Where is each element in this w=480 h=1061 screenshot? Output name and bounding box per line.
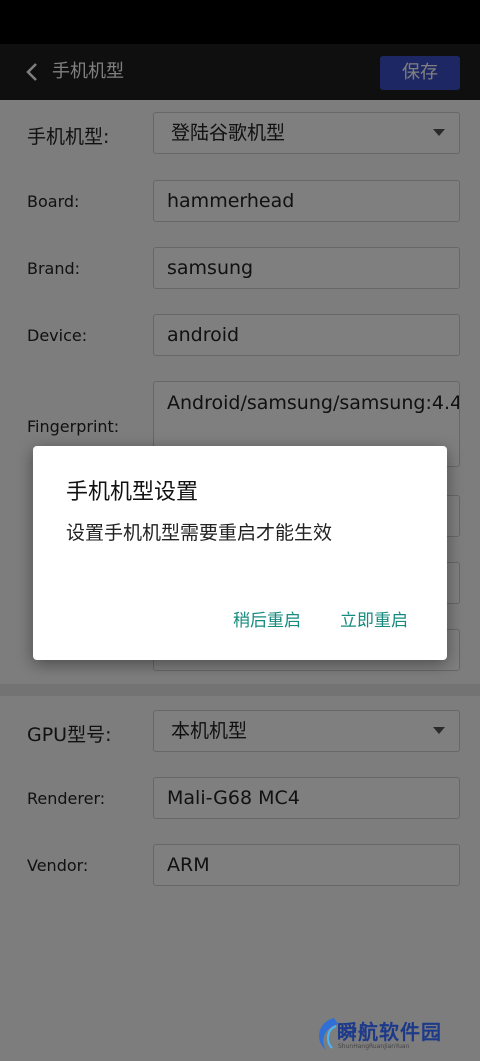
watermark-subtext: ShunHangRuanJianYuan	[338, 1043, 410, 1050]
restart-later-button[interactable]: 稍后重启	[233, 606, 301, 631]
restart-now-button[interactable]: 立即重启	[340, 606, 408, 631]
dialog-message: 设置手机机型需要重启才能生效	[66, 522, 333, 544]
dialog-title: 手机机型设置	[66, 480, 199, 505]
watermark-logo: 瞬航软件园 ShunHangRuanJianYuan	[312, 1014, 462, 1056]
restart-dialog: 手机机型设置 设置手机机型需要重启才能生效 稍后重启 立即重启	[33, 446, 447, 660]
watermark-text: 瞬航软件园	[337, 1020, 442, 1044]
